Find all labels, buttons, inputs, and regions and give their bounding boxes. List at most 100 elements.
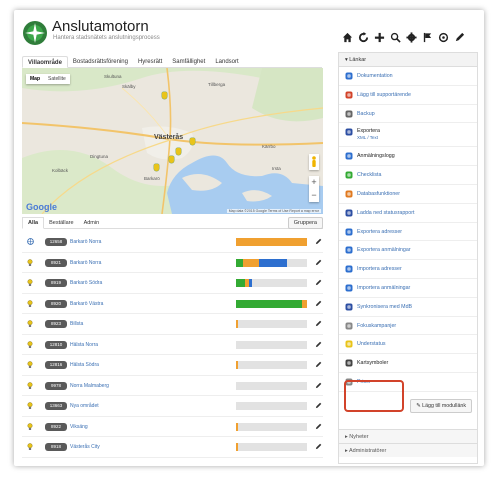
area-id-badge: 8920 [45,299,67,308]
category-tabs: Villaområde Bostadsrättsförening Hyresrä… [22,56,322,68]
map-marker-icon[interactable] [190,138,195,145]
gear-icon[interactable] [405,31,418,44]
pencil-icon[interactable] [315,341,322,348]
map-marker-icon[interactable] [176,148,181,155]
sidebar-item[interactable]: Kartsymboler [339,354,477,373]
sidebar-item-label: Fokuskampanjer [357,322,397,329]
area-id-badge: 8923 [45,320,67,328]
table-row[interactable]: 12658 Barkarö Norra [22,232,323,253]
area-name-link[interactable]: Nya området [70,403,99,409]
map-marker-icon[interactable] [169,156,174,163]
area-name-link[interactable]: Hälsta Norra [70,342,98,348]
table-row[interactable]: 8921 Barkarö Norra [22,253,323,273]
pencil-icon[interactable] [315,300,322,307]
sidebar-item[interactable]: Lägg till supportärende [339,86,477,105]
progress-segment [236,299,303,308]
street-view-pegman-icon[interactable] [309,154,319,170]
pencil-icon[interactable] [453,31,466,44]
flag-icon[interactable] [421,31,434,44]
progress-bar [236,299,307,308]
bulb-icon [27,443,34,451]
pencil-icon[interactable] [315,423,322,430]
pencil-icon[interactable] [315,361,322,368]
map-marker-icon[interactable] [154,164,159,171]
plus-icon[interactable] [373,31,386,44]
table-row[interactable]: 8918 Västerås City [22,437,323,458]
map-attribution[interactable]: Map data ©2015 Google Terms of Use Repor… [226,209,321,213]
tab-landsort[interactable]: Landsort [210,56,243,68]
sidebar-item-sublabel: XML / Text [357,135,379,141]
table-row[interactable]: 12810 Hälsta Norra [22,335,323,355]
table-row[interactable]: 13663 Nya området [22,396,323,417]
map-type-map[interactable]: Map [26,74,44,84]
export-icon [345,128,353,136]
sidebar-item[interactable]: Importera anmälningar [339,279,477,298]
table-row[interactable]: 9978 Norra Malmaberg [22,376,323,396]
pencil-icon[interactable] [315,259,322,266]
tab-villaomrade[interactable]: Villaområde [22,56,68,68]
area-name-link[interactable]: Västerås City [70,444,100,450]
area-name-link[interactable]: Billsta [70,321,83,327]
home-icon[interactable] [341,31,354,44]
sidebar-item-label: Anmälningslogg [357,153,395,160]
pencil-icon[interactable] [315,279,322,286]
map-place-label: Tillberga [208,82,226,87]
area-name-link[interactable]: Viksäng [70,424,88,430]
sidebar-item[interactable]: Dokumentation [339,67,477,86]
sidebar-item[interactable]: Anmälningslogg [339,147,477,167]
area-name-link[interactable]: Norra Malmaberg [70,383,109,389]
sidebar-item[interactable]: Understatus [339,335,477,355]
map-marker-icon[interactable] [162,92,167,99]
area-name-link[interactable]: Barkarö Norra [70,239,101,245]
progress-segment [236,320,239,328]
table-row[interactable]: 8920 Barkarö Västra [22,294,323,314]
sidebar-section-administratorer[interactable]: ▸ Administratörer [339,443,477,457]
pencil-icon[interactable] [315,402,322,409]
sidebar-section-nyheter[interactable]: ▸ Nyheter [339,429,477,443]
group-button[interactable]: Gruppera [287,217,323,229]
area-name-link[interactable]: Barkarö Södra [70,280,102,286]
sidebar-item[interactable]: Databasfunktioner [339,185,477,204]
app-title: Anslutamotorn [52,18,149,35]
progress-bar [236,238,307,246]
map-view[interactable]: Map Satellite Skultuna Skälby Tillberga … [22,68,323,214]
table-row[interactable]: 8923 Billsta [22,314,323,335]
table-row[interactable]: 12816 Hälsta Södra [22,355,323,376]
tab-admin[interactable]: Admin [79,218,105,228]
sidebar-item[interactable]: Checklista [339,166,477,185]
zoom-in-button[interactable]: + [309,176,319,189]
bulb-icon [27,340,34,349]
settings-icon[interactable] [437,31,450,44]
tab-samfallighet[interactable]: Samfällighet [167,56,210,68]
area-name-link[interactable]: Hälsta Södra [70,362,99,368]
tab-hyresratt[interactable]: Hyresrätt [133,56,167,68]
map-canvas [22,68,323,214]
sidebar-heading[interactable]: ▾ Länkar [339,53,477,67]
pencil-icon[interactable] [315,443,322,450]
zoom-out-button[interactable]: − [309,189,319,202]
sidebar-item[interactable]: Exportera anmälningar [339,241,477,261]
pencil-icon[interactable] [315,320,322,327]
map-type-satellite[interactable]: Satellite [44,74,70,84]
map-symbols-icon [345,359,353,367]
refresh-icon[interactable] [357,31,370,44]
sidebar-item[interactable]: Importera adresser [339,260,477,279]
pencil-icon[interactable] [315,238,322,245]
sidebar-item[interactable]: Backup [339,105,477,124]
sidebar-item[interactable]: Exportera XML / Text [339,123,477,148]
area-name-link[interactable]: Barkarö Norra [70,260,101,266]
pencil-icon[interactable] [315,382,322,389]
table-row[interactable]: 8919 Barkarö Södra [22,273,323,294]
add-module-link-button[interactable]: ✎ Lägg till modullänk [410,399,472,413]
tab-bestallare[interactable]: Beställare [44,218,78,228]
sidebar-item[interactable]: Synkronisera med MdB [339,298,477,317]
tab-bostadsrattsforening[interactable]: Bostadsrättsförening [68,56,133,68]
table-row[interactable]: 8922 Viksäng [22,417,323,437]
progress-segment [236,361,239,369]
sidebar-item[interactable]: Ladda ned statusrapport [339,204,477,223]
sidebar-item[interactable]: Fokuskampanjer [339,317,477,336]
area-name-link[interactable]: Barkarö Västra [70,301,103,307]
sidebar-item[interactable]: Exportera adresser [339,223,477,242]
search-icon[interactable] [389,31,402,44]
tab-alla[interactable]: Alla [22,216,45,229]
